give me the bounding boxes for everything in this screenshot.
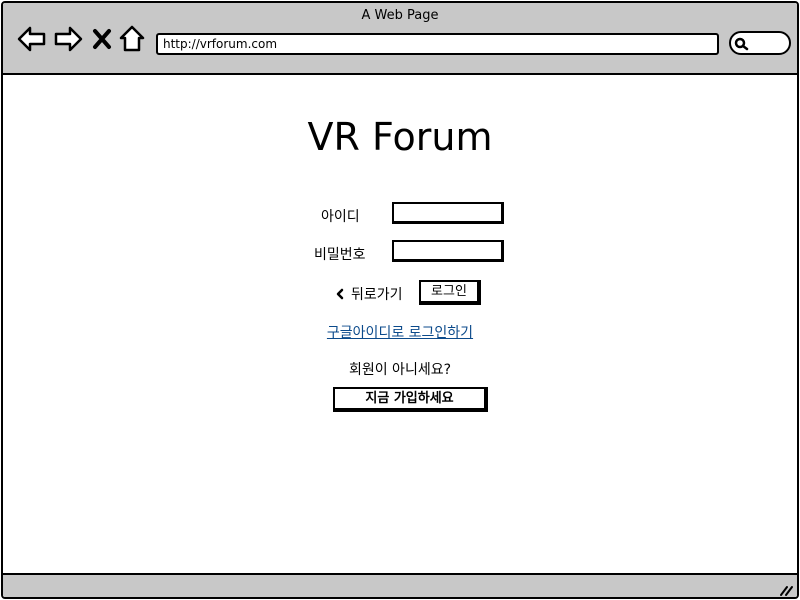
login-button[interactable]: 로그인	[419, 280, 481, 305]
back-label: 뒤로가기	[351, 287, 403, 303]
google-login-link[interactable]: 구글아이디로 로그인하기	[3, 322, 797, 342]
browser-window: A Web Page http://vrforum.com VR Forum 아…	[1, 1, 799, 599]
search-field[interactable]	[729, 31, 791, 55]
page-content: VR Forum 아이디 비밀번호 뒤로가기 로그인 구글아이디로 로그인하기 …	[3, 75, 797, 573]
chevron-left-icon	[336, 288, 344, 300]
signup-button[interactable]: 지금 가입하세요	[333, 387, 488, 412]
not-member-text: 회원이 아니세요?	[348, 362, 452, 378]
password-label: 비밀번호	[314, 247, 366, 263]
back-link[interactable]: 뒤로가기	[335, 284, 403, 304]
search-icon	[734, 37, 749, 51]
window-title: A Web Page	[361, 8, 439, 23]
id-input[interactable]	[392, 202, 504, 224]
address-bar[interactable]: http://vrforum.com	[156, 33, 719, 55]
browser-toolbar: A Web Page http://vrforum.com	[3, 3, 797, 75]
back-arrow-icon[interactable]	[17, 25, 47, 53]
home-icon[interactable]	[119, 25, 145, 53]
password-input[interactable]	[392, 240, 504, 262]
page-title: VR Forum	[307, 115, 493, 159]
resize-grip-icon[interactable]	[777, 581, 793, 597]
close-icon[interactable]	[91, 25, 113, 53]
id-label: 아이디	[321, 209, 360, 225]
forward-arrow-icon[interactable]	[53, 25, 83, 53]
status-bar	[3, 573, 797, 597]
